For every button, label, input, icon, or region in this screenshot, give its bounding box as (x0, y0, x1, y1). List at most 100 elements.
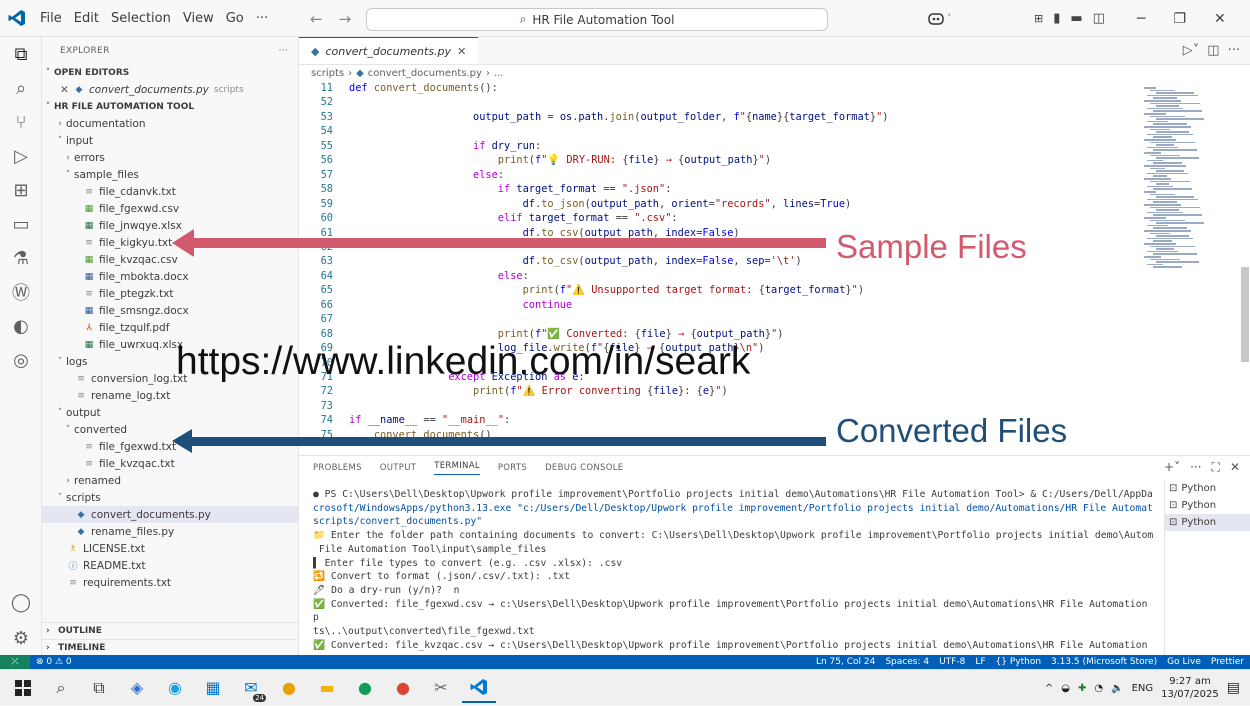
more-actions-icon[interactable]: ··· (1190, 460, 1201, 475)
edge-icon[interactable]: ◉ (158, 673, 192, 703)
tree-folder[interactable]: › renamed (42, 472, 298, 489)
tree-file[interactable]: ▦ file_smsngz.docx (42, 302, 298, 319)
file-explorer-icon[interactable]: ▬ (310, 673, 344, 703)
tree-file[interactable]: ⅄ file_tzqulf.pdf (42, 319, 298, 336)
show-hidden-icon[interactable]: ^ (1045, 683, 1053, 694)
run-icon[interactable]: ▷˅ (1183, 43, 1200, 58)
tree-file[interactable]: ≡ file_cdanvk.txt (42, 183, 298, 200)
tree-file[interactable]: ≡ requirements.txt (42, 574, 298, 591)
close-panel-icon[interactable]: ✕ (1230, 460, 1240, 475)
tree-file[interactable]: ⓘ README.txt (42, 557, 298, 574)
close-window-icon[interactable]: ✕ (1214, 11, 1226, 27)
toggle-sidebar-icon[interactable]: ▮ (1053, 11, 1060, 26)
terminal-output[interactable]: ● PS C:\Users\Dell\Desktop\Upwork profil… (299, 484, 1154, 654)
restore-icon[interactable]: ❐ (1173, 11, 1186, 27)
tree-folder[interactable]: › documentation (42, 115, 298, 132)
status-item[interactable]: Ln 75, Col 24 (816, 657, 875, 667)
database-icon[interactable]: ◎ (0, 343, 42, 377)
maximize-panel-icon[interactable]: ⛶ (1212, 460, 1220, 475)
menu-item[interactable]: View (177, 0, 220, 37)
tree-folder[interactable]: › errors (42, 149, 298, 166)
split-editor-icon[interactable]: ◫ (1207, 43, 1219, 58)
tree-folder[interactable]: ˅ scripts (42, 489, 298, 506)
menu-item[interactable]: ··· (250, 0, 274, 37)
breadcrumb-folder[interactable]: scripts (311, 68, 344, 79)
panel-tab[interactable]: OUTPUT (380, 463, 416, 473)
manage-gear-icon[interactable]: ⚙ (0, 621, 42, 655)
panel-tab[interactable]: TERMINAL (434, 461, 480, 475)
remote-icon[interactable]: ⤫ (0, 655, 30, 669)
wordpress-icon[interactable]: Ⓦ (0, 275, 42, 309)
breadcrumb-file[interactable]: convert_documents.py (368, 68, 482, 79)
extensions-icon[interactable]: ⊞ (0, 173, 42, 207)
source-control-icon[interactable]: ⑂ (0, 105, 42, 139)
problems-status[interactable]: ⊗ 0 ⚠ 0 (36, 657, 72, 667)
remote-explorer-icon[interactable]: ▭ (0, 207, 42, 241)
notifications-icon[interactable]: ▤ (1227, 680, 1240, 696)
tab-convert-documents[interactable]: ◆ convert_documents.py ✕ (299, 37, 479, 64)
terminal-instance[interactable]: ⊡ Python (1165, 514, 1250, 531)
tree-file[interactable]: ≡ rename_log.txt (42, 387, 298, 404)
editor-scrollbar[interactable] (1241, 267, 1249, 362)
tree-file[interactable]: ◆ convert_documents.py (42, 506, 298, 523)
chrome-icon[interactable]: ● (272, 673, 306, 703)
project-section[interactable]: ˅ HR FILE AUTOMATION TOOL (42, 98, 298, 115)
tree-file[interactable]: ♗ LICENSE.txt (42, 540, 298, 557)
network-icon[interactable]: ◒ (1061, 683, 1070, 694)
status-item[interactable]: Prettier (1211, 657, 1244, 667)
tree-file[interactable]: ≡ file_ptegzk.txt (42, 285, 298, 302)
panel-tab[interactable]: PORTS (498, 463, 527, 473)
toggle-secondary-sidebar-icon[interactable]: ◫ (1093, 11, 1105, 26)
tree-file[interactable]: ▦ file_mbokta.docx (42, 268, 298, 285)
windows-start-icon[interactable] (6, 673, 40, 703)
tree-folder[interactable]: ˅ sample_files (42, 166, 298, 183)
close-tab-icon[interactable]: ✕ (457, 45, 466, 58)
accounts-icon[interactable]: ◯ (0, 585, 42, 619)
menu-item[interactable]: File (34, 0, 68, 37)
tree-file[interactable]: ▦ file_jnwqye.xlsx (42, 217, 298, 234)
tree-file[interactable]: ▦ file_kvzqac.csv (42, 251, 298, 268)
menu-item[interactable]: Selection (105, 0, 177, 37)
timeline-section[interactable]: › TIMELINE (42, 639, 298, 655)
tree-file[interactable]: ◆ rename_files.py (42, 523, 298, 540)
new-terminal-icon[interactable]: +˅ (1164, 460, 1180, 475)
menu-item[interactable]: Go (220, 0, 250, 37)
open-editors-section[interactable]: ˅ OPEN EDITORS (42, 64, 298, 81)
tree-file[interactable]: ▦ file_fgexwd.csv (42, 200, 298, 217)
menu-item[interactable]: Edit (68, 0, 105, 37)
task-view-icon[interactable]: ⧉ (82, 673, 116, 703)
toggle-panel-icon[interactable]: ▬ (1070, 11, 1082, 26)
defender-icon[interactable]: ✚ (1078, 683, 1086, 694)
panel-tab[interactable]: DEBUG CONSOLE (545, 463, 623, 473)
tree-folder[interactable]: ˅ converted (42, 421, 298, 438)
store-icon[interactable]: ▦ (196, 673, 230, 703)
search-view-icon[interactable]: ⌕ (0, 71, 42, 105)
open-editor-item[interactable]: ✕ ◆ convert_documents.py scripts (42, 81, 298, 98)
chrome-profile-2-icon[interactable]: ● (386, 673, 420, 703)
status-item[interactable]: LF (975, 657, 985, 667)
language-indicator[interactable]: ENG (1132, 683, 1154, 694)
status-item[interactable]: 3.13.5 (Microsoft Store) (1051, 657, 1157, 667)
copilot-app-icon[interactable]: ◈ (120, 673, 154, 703)
volume-icon[interactable]: 🔈 (1111, 683, 1123, 694)
mail-icon[interactable]: ✉ 24 (234, 673, 268, 703)
tree-file[interactable]: ≡ file_kvzqac.txt (42, 455, 298, 472)
search-icon[interactable]: ⌕ (44, 673, 78, 703)
edge-devtools-icon[interactable]: ◐ (0, 309, 42, 343)
outline-section[interactable]: › OUTLINE (42, 622, 298, 639)
terminal-instance[interactable]: ⊡ Python (1165, 497, 1250, 514)
minimap[interactable] (1141, 81, 1241, 281)
customize-layout-icon[interactable]: ⊞ (1034, 12, 1043, 25)
command-center-search[interactable]: ⌕ HR File Automation Tool (366, 8, 828, 31)
terminal-instance[interactable]: ⊡ Python (1165, 480, 1250, 497)
testing-icon[interactable]: ⚗ (0, 241, 42, 275)
code-editor[interactable]: 11 def convert_documents(): 52 53 output_pa… (299, 81, 1139, 455)
minimize-icon[interactable]: ─ (1137, 11, 1145, 27)
run-debug-icon[interactable]: ▷ (0, 139, 42, 173)
more-actions-icon[interactable]: ··· (279, 46, 288, 56)
copilot-icon[interactable]: ˅ (927, 0, 952, 37)
status-item[interactable]: UTF-8 (939, 657, 965, 667)
more-actions-icon[interactable]: ··· (1228, 43, 1240, 58)
forward-arrow-icon[interactable]: → (339, 10, 352, 28)
wifi-icon[interactable]: ◔ (1094, 683, 1103, 694)
